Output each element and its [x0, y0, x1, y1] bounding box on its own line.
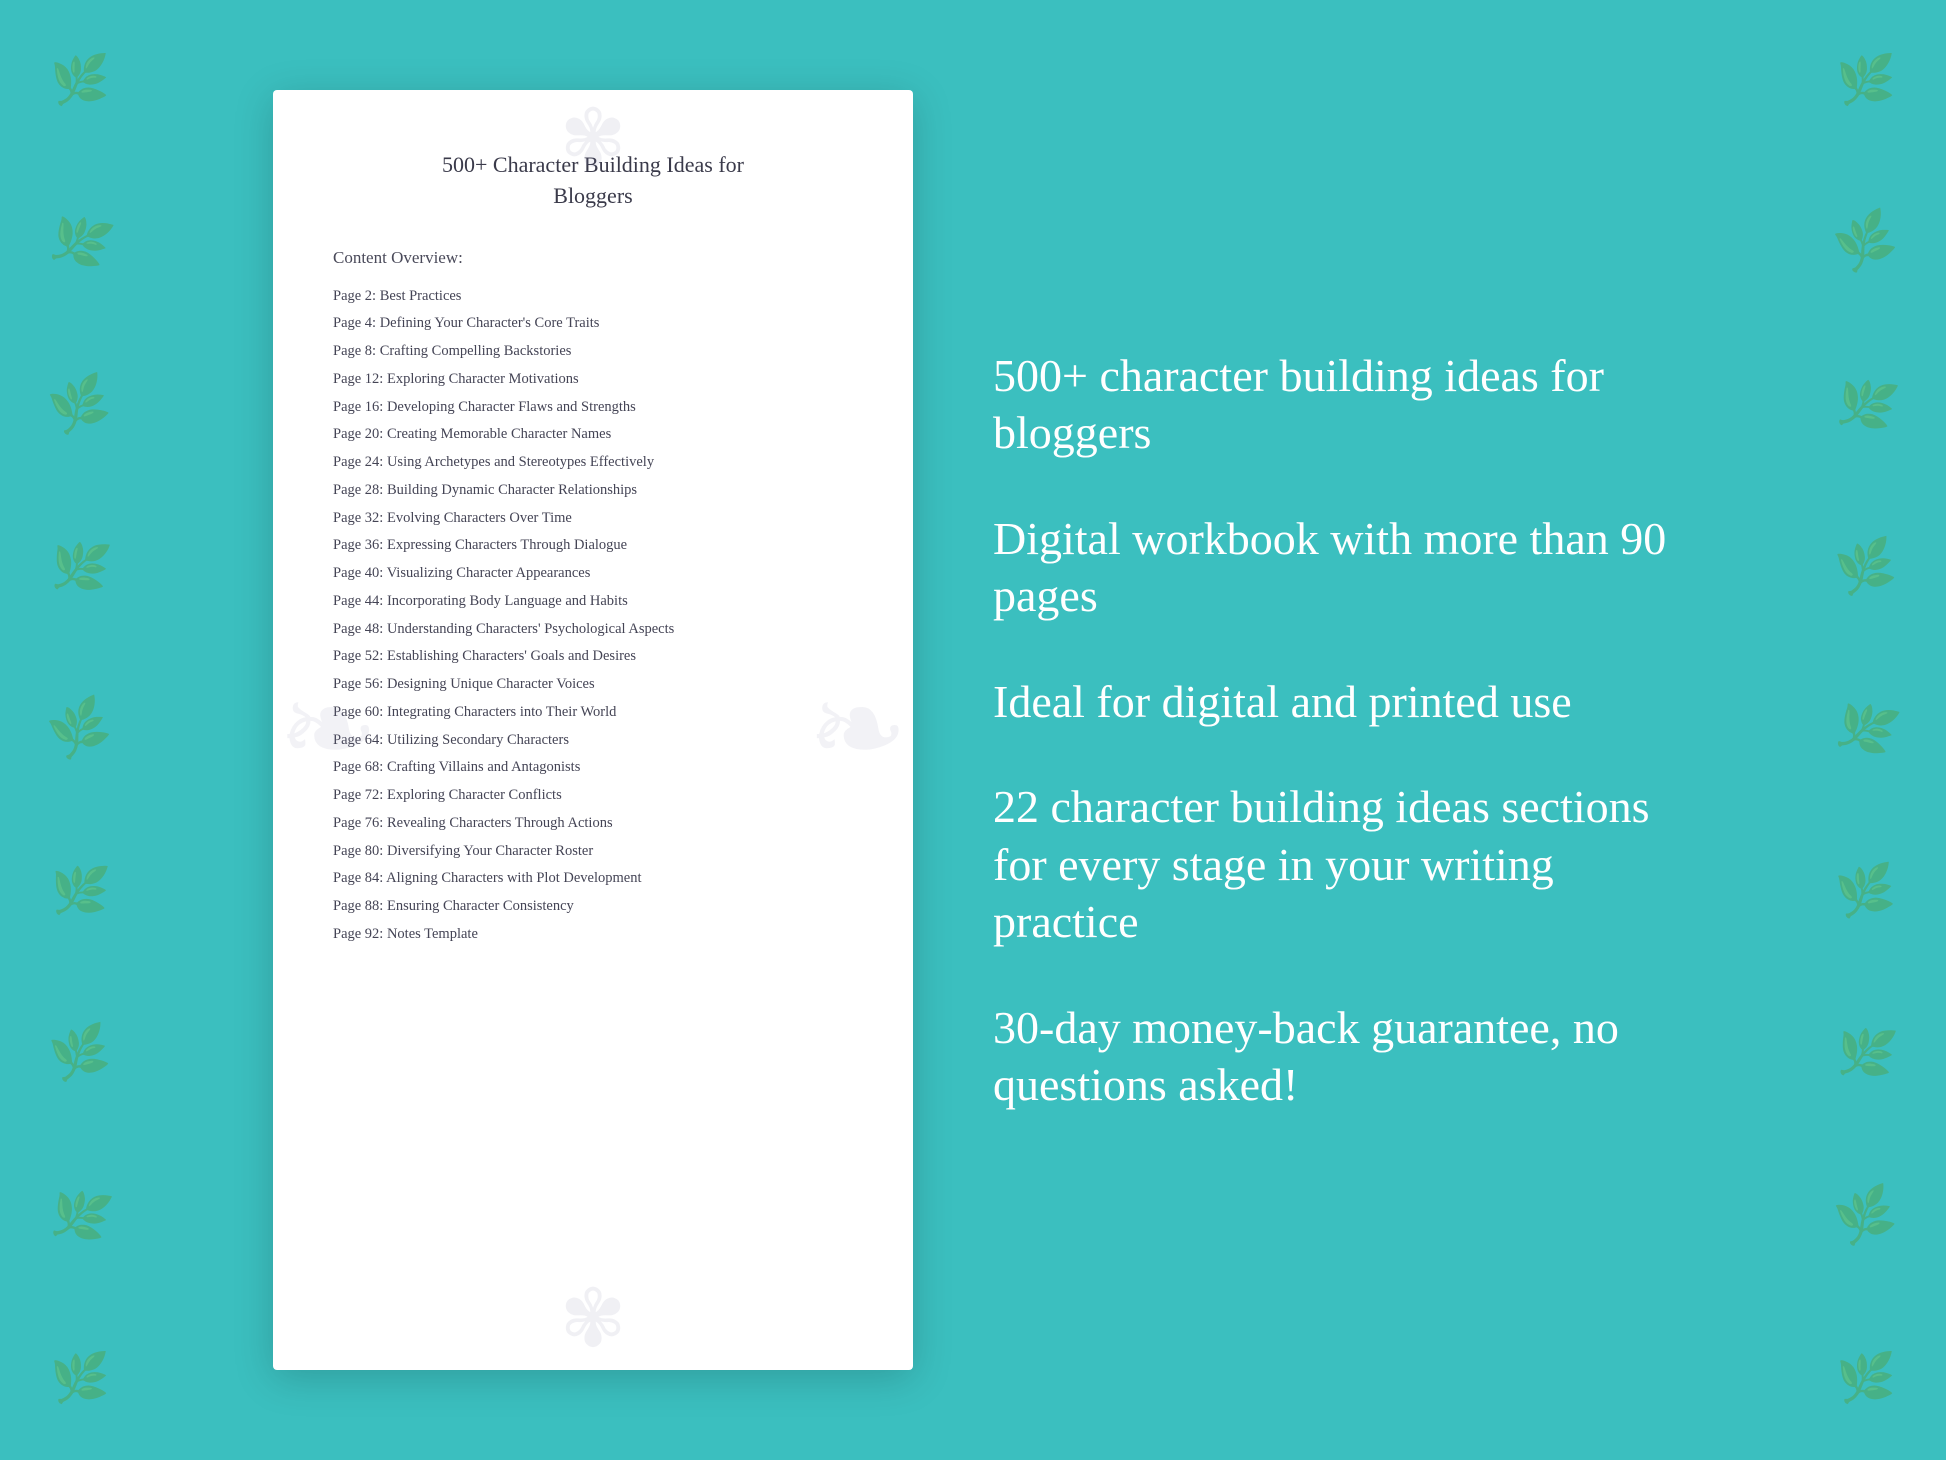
content-overview-label: Content Overview: [333, 248, 853, 268]
toc-item: Page 64: Utilizing Secondary Characters [333, 730, 853, 752]
toc-item: Page 2: Best Practices [333, 286, 853, 308]
deco-bottom-icon: ✾ [559, 1280, 626, 1360]
feature-item-1: Digital workbook with more than 90 pages [993, 510, 1673, 625]
toc-item: Page 80: Diversifying Your Character Ros… [333, 841, 853, 863]
toc-item: Page 16: Developing Character Flaws and … [333, 397, 853, 419]
feature-item-0: 500+ character building ideas for blogge… [993, 347, 1673, 462]
main-container: ✾ ❧ ❧ ✾ 500+ Character Building Ideas fo… [0, 90, 1946, 1370]
toc-item: Page 4: Defining Your Character's Core T… [333, 313, 853, 335]
feature-item-4: 30-day money-back guarantee, no question… [993, 999, 1673, 1114]
toc-item: Page 44: Incorporating Body Language and… [333, 591, 853, 613]
feature-item-3: 22 character building ideas sections for… [993, 778, 1673, 951]
features-panel: 500+ character building ideas for blogge… [993, 347, 1673, 1114]
toc-item: Page 68: Crafting Villains and Antagonis… [333, 757, 853, 779]
toc-item: Page 40: Visualizing Character Appearanc… [333, 563, 853, 585]
toc-list: Page 2: Best Practices Page 4: Defining Y… [333, 286, 853, 946]
deco-side-left-icon: ❧ [278, 670, 379, 790]
toc-item: Page 12: Exploring Character Motivations [333, 369, 853, 391]
toc-item: Page 92: Notes Template [333, 924, 853, 946]
toc-item: Page 24: Using Archetypes and Stereotype… [333, 452, 853, 474]
toc-item: Page 48: Understanding Characters' Psych… [333, 619, 853, 641]
deco-top-icon: ✾ [559, 100, 626, 180]
toc-item: Page 32: Evolving Characters Over Time [333, 508, 853, 530]
feature-item-2: Ideal for digital and printed use [993, 673, 1673, 731]
toc-item: Page 52: Establishing Characters' Goals … [333, 646, 853, 668]
toc-item: Page 36: Expressing Characters Through D… [333, 535, 853, 557]
toc-item: Page 56: Designing Unique Character Voic… [333, 674, 853, 696]
toc-item: Page 84: Aligning Characters with Plot D… [333, 868, 853, 890]
toc-item: Page 28: Building Dynamic Character Rela… [333, 480, 853, 502]
toc-item: Page 76: Revealing Characters Through Ac… [333, 813, 853, 835]
toc-item: Page 72: Exploring Character Conflicts [333, 785, 853, 807]
toc-item: Page 88: Ensuring Character Consistency [333, 896, 853, 918]
toc-item: Page 20: Creating Memorable Character Na… [333, 424, 853, 446]
deco-side-right-icon: ❧ [807, 670, 908, 790]
document-panel: ✾ ❧ ❧ ✾ 500+ Character Building Ideas fo… [273, 90, 913, 1370]
toc-item: Page 60: Integrating Characters into The… [333, 702, 853, 724]
toc-item: Page 8: Crafting Compelling Backstories [333, 341, 853, 363]
